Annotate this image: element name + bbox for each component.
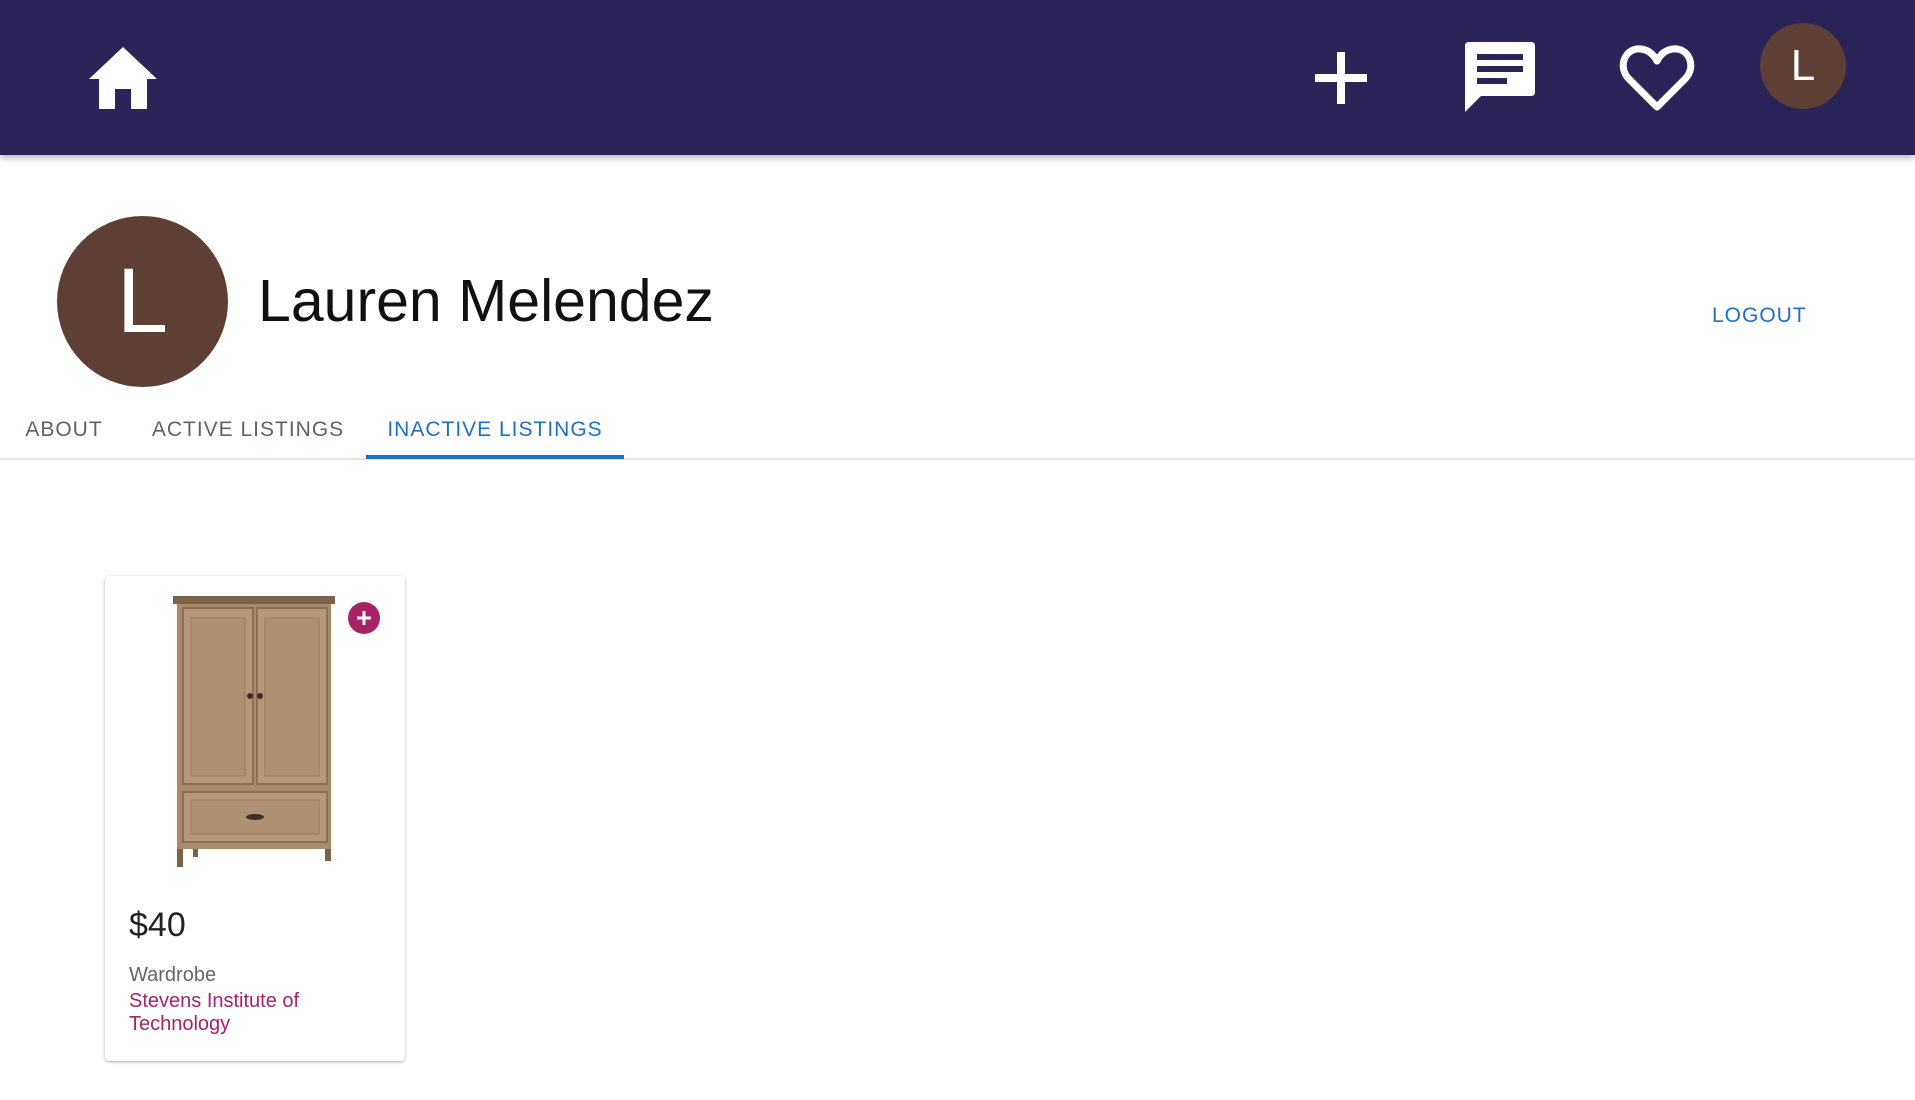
logout-button[interactable]: LOGOUT: [1712, 304, 1807, 328]
home-icon: [89, 47, 157, 109]
app-bar: L: [0, 0, 1915, 155]
add-to-favorites-button[interactable]: [348, 602, 380, 634]
profile-name: Lauren Melendez: [258, 268, 714, 334]
messages-button[interactable]: [1459, 36, 1541, 118]
plus-icon: [1315, 52, 1367, 104]
tab-active-listings[interactable]: ACTIVE LISTINGS: [128, 400, 368, 460]
add-circle-icon: [357, 611, 371, 625]
home-button[interactable]: [80, 38, 166, 118]
chat-icon: [1465, 42, 1535, 112]
account-avatar[interactable]: L: [1760, 23, 1846, 109]
add-listing-button[interactable]: [1306, 38, 1376, 118]
wardrobe-image: [173, 596, 335, 867]
profile-avatar: L: [57, 216, 228, 387]
heart-outline-icon: [1619, 45, 1695, 111]
active-tab-indicator: [366, 455, 624, 459]
tab-about[interactable]: ABOUT: [0, 400, 128, 460]
listing-school: Stevens Institute of Technology: [129, 990, 300, 1035]
listing-price: $40: [129, 906, 186, 944]
profile-tabs: ABOUT ACTIVE LISTINGS INACTIVE LISTINGS: [0, 400, 1915, 460]
favorites-button[interactable]: [1616, 38, 1698, 118]
listing-title: Wardrobe: [129, 964, 217, 986]
tab-inactive-listings[interactable]: INACTIVE LISTINGS: [366, 400, 624, 460]
listing-card[interactable]: $40 Wardrobe Stevens Institute of Techno…: [105, 576, 405, 1061]
